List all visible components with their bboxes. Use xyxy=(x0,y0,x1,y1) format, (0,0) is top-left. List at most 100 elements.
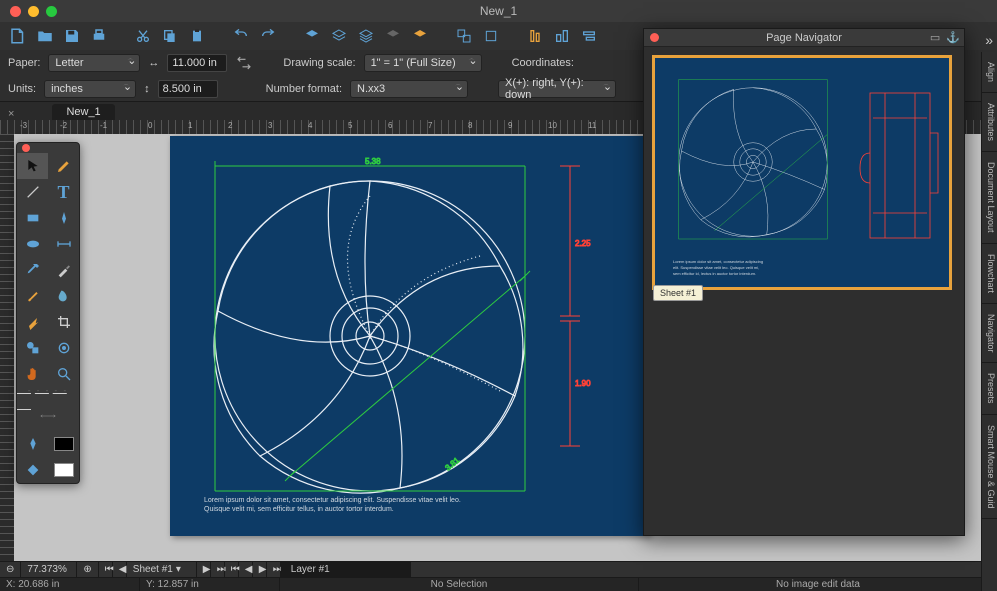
save-icon[interactable] xyxy=(60,25,84,47)
layer5-icon[interactable] xyxy=(408,25,432,47)
copy-icon[interactable] xyxy=(158,25,182,47)
numfmt-select[interactable]: N.xx3 xyxy=(350,80,468,98)
nav-prev2-icon[interactable]: ◀ xyxy=(239,562,253,577)
layer4-icon[interactable] xyxy=(381,25,405,47)
close-tab-icon[interactable]: × xyxy=(0,108,22,120)
line-tool[interactable] xyxy=(17,179,48,205)
nav-menu-icon[interactable]: ▭ xyxy=(930,31,940,44)
blueprint-svg: 5.38 3.81 2.25 1.90 + xyxy=(170,136,650,536)
fill-tool[interactable] xyxy=(17,457,48,483)
rtab-doclayout[interactable]: Document Layout xyxy=(982,152,997,244)
tool-palette[interactable]: T - - - - - — — — — xyxy=(16,142,80,484)
paste-icon[interactable] xyxy=(185,25,209,47)
crop-tool[interactable] xyxy=(48,309,79,335)
dimension-tool[interactable] xyxy=(48,231,79,257)
toolbar-overflow-icon[interactable]: » xyxy=(985,32,993,48)
rtab-align[interactable]: Align xyxy=(982,52,997,93)
cut-icon[interactable] xyxy=(131,25,155,47)
pen-tool[interactable] xyxy=(48,153,79,179)
coord-y: Y: 12.857 in xyxy=(140,578,280,591)
zoom-in-icon[interactable]: ⊕ xyxy=(77,562,98,577)
window-controls xyxy=(0,6,57,17)
scale-select[interactable]: 1" = 1" (Full Size) xyxy=(364,54,482,72)
page-thumbnail[interactable]: Lorem ipsum dolor sit amet, consectetur … xyxy=(652,55,952,290)
nav-first2-icon[interactable]: ⏮ xyxy=(225,562,239,577)
nav-next2-icon[interactable]: ▶ xyxy=(253,562,267,577)
rtab-attributes[interactable]: Attributes xyxy=(982,93,997,152)
height-arrow-icon: ↕ xyxy=(144,83,150,95)
rtab-presets[interactable]: Presets xyxy=(982,363,997,415)
units-label: Units: xyxy=(8,83,36,95)
align1-icon[interactable] xyxy=(523,25,547,47)
nav-last-icon[interactable]: ⏭ xyxy=(211,562,225,577)
open-icon[interactable] xyxy=(33,25,57,47)
undo-icon[interactable] xyxy=(229,25,253,47)
navigator-titlebar[interactable]: Page Navigator ▭ ⚓ xyxy=(644,29,964,47)
layer-display[interactable]: Layer #1 xyxy=(281,562,411,577)
knife-tool[interactable] xyxy=(48,257,79,283)
new-doc-icon[interactable] xyxy=(6,25,30,47)
layer2-icon[interactable] xyxy=(327,25,351,47)
redo-icon[interactable] xyxy=(256,25,280,47)
svg-text:+: + xyxy=(367,332,373,343)
smudge-tool[interactable] xyxy=(48,283,79,309)
height-field[interactable]: 8.500 in xyxy=(158,80,218,98)
page-navigator-panel[interactable]: Page Navigator ▭ ⚓ xyxy=(643,28,965,536)
swap-icon[interactable] xyxy=(235,54,253,72)
nib-tool[interactable] xyxy=(17,431,48,457)
tab-new1[interactable]: New_1 xyxy=(52,104,114,120)
ellipse-tool[interactable] xyxy=(17,231,48,257)
dash-style[interactable]: — — — — xyxy=(17,393,79,407)
svg-text:sem efficitur id, lectus in au: sem efficitur id, lectus in auctor torto… xyxy=(673,271,756,276)
minimize-window[interactable] xyxy=(28,6,39,17)
paper-label: Paper: xyxy=(8,57,40,69)
selection-status: No Selection xyxy=(280,578,639,591)
rtab-flowchart[interactable]: Flowchart xyxy=(982,244,997,304)
status-bar: ⊖ 77.373% ⊕ ⏮ ◀ Sheet #1 ▾ ▶ ⏭ ⏮ ◀ ▶ ⏭ L… xyxy=(0,561,997,577)
close-palette-icon[interactable] xyxy=(22,144,30,152)
eyedropper-tool[interactable] xyxy=(17,257,48,283)
nav-last2-icon[interactable]: ⏭ xyxy=(267,562,281,577)
paper-select[interactable]: Letter xyxy=(48,54,140,72)
numfmt-label: Number format: xyxy=(266,83,342,95)
right-side-tabs: Align Attributes Document Layout Flowcha… xyxy=(981,52,997,591)
drawing-page[interactable]: 5.38 3.81 2.25 1.90 + Lorem ipsum dolor … xyxy=(170,136,650,536)
zoom-out-icon[interactable]: ⊖ xyxy=(0,562,21,577)
rtab-navigator[interactable]: Navigator xyxy=(982,304,997,364)
zoom-field[interactable]: 77.373% xyxy=(21,562,77,577)
layer1-icon[interactable] xyxy=(300,25,324,47)
rect-tool[interactable] xyxy=(17,205,48,231)
group1-icon[interactable] xyxy=(452,25,476,47)
select-tool[interactable] xyxy=(17,153,48,179)
bezier-tool[interactable] xyxy=(48,205,79,231)
align2-icon[interactable] xyxy=(550,25,574,47)
image-status: No image edit data xyxy=(639,578,997,591)
width-arrow-icon: ↔ xyxy=(148,57,159,69)
window-title: New_1 xyxy=(480,4,517,18)
goo-tool[interactable] xyxy=(17,309,48,335)
nav-next-icon[interactable]: ▶ xyxy=(197,562,211,577)
arrow-style[interactable] xyxy=(17,407,79,425)
text-tool[interactable]: T xyxy=(48,179,79,205)
group2-icon[interactable] xyxy=(479,25,503,47)
fill-swatch[interactable] xyxy=(48,457,79,483)
nav-first-icon[interactable]: ⏮ xyxy=(99,562,113,577)
thumbnail-label: Sheet #1 xyxy=(653,285,703,301)
sheet-select[interactable]: Sheet #1 ▾ xyxy=(127,562,197,577)
stroke-swatch[interactable] xyxy=(48,431,79,457)
rtab-smartmouse[interactable]: Smart Mouse & Guid xyxy=(982,415,997,520)
layer3-icon[interactable] xyxy=(354,25,378,47)
width-field[interactable]: 11.000 in xyxy=(167,54,227,72)
zoom-area-tool[interactable] xyxy=(48,335,79,361)
brush-tool[interactable] xyxy=(17,283,48,309)
shape-tool[interactable] xyxy=(17,335,48,361)
units-select[interactable]: inches xyxy=(44,80,136,98)
close-navigator-icon[interactable] xyxy=(650,33,659,42)
nav-prev-icon[interactable]: ◀ xyxy=(113,562,127,577)
nav-anchor-icon[interactable]: ⚓ xyxy=(946,31,960,44)
coords-select[interactable]: X(+): right, Y(+): down xyxy=(498,80,616,98)
close-window[interactable] xyxy=(10,6,21,17)
print-icon[interactable] xyxy=(87,25,111,47)
align3-icon[interactable] xyxy=(577,25,601,47)
zoom-window[interactable] xyxy=(46,6,57,17)
